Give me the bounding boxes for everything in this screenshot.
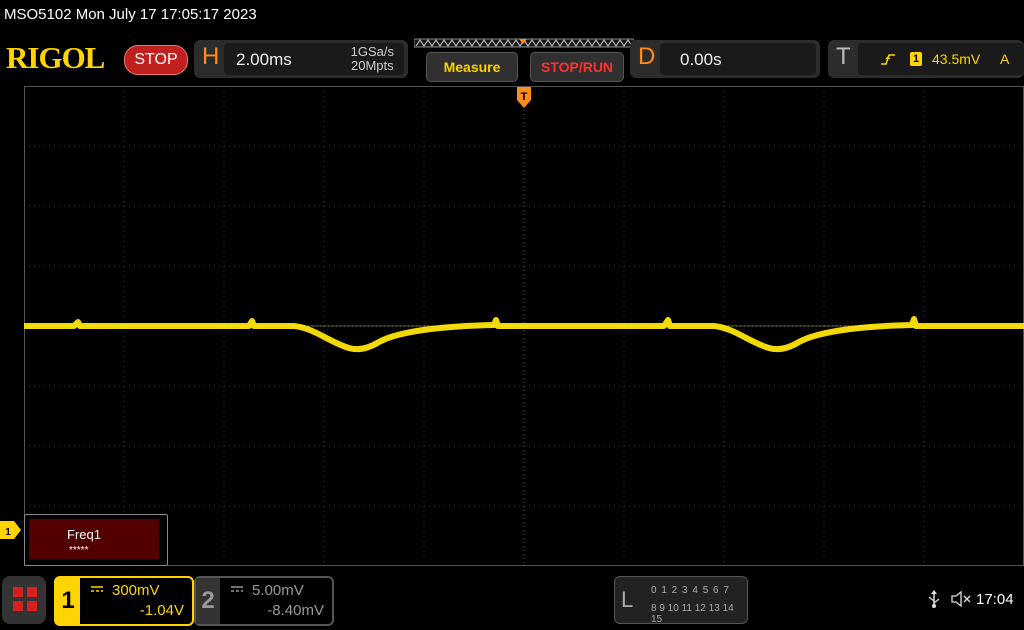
measurement-body: Freq1 *****: [29, 519, 159, 559]
memory-position-strip: [414, 38, 634, 48]
channel2-panel[interactable]: 2 5.00mV -8.40mV: [194, 576, 334, 626]
main-menu-button[interactable]: [2, 576, 46, 624]
sample-rate: 1GSa/s: [350, 44, 394, 59]
channel1-marker-label: 1: [5, 527, 11, 538]
timebase-value: 2.00ms: [236, 50, 292, 69]
logic-analyzer-panel[interactable]: L 0 1 2 3 4 5 6 7 8 9 10 11 12 13 14 15: [614, 576, 748, 625]
dc-coupling-icon: [91, 586, 103, 592]
channel1-level-marker[interactable]: 1: [0, 520, 22, 540]
device-title: MSO5102 Mon July 17 17:05:17 2023: [4, 6, 257, 23]
logic-channels-low: 0 1 2 3 4 5 6 7: [651, 585, 730, 596]
trigger-position-marker[interactable]: T: [516, 86, 532, 112]
run-status-badge[interactable]: STOP: [124, 45, 188, 75]
acquisition-info: 1GSa/s 20Mpts: [351, 45, 394, 73]
channel2-offset: -8.40mV: [267, 602, 324, 619]
horizontal-letter: H: [202, 43, 220, 70]
channel1-offset: -1.04V: [139, 602, 184, 619]
delay-letter: D: [638, 43, 656, 70]
waveform-display[interactable]: [24, 86, 1024, 566]
stop-run-button[interactable]: STOP/RUN: [530, 52, 624, 82]
rigol-logo: RIGOL: [6, 40, 105, 75]
trigger-letter: T: [836, 43, 851, 70]
channel1-number: 1: [56, 578, 80, 624]
measurement-value: *****: [69, 545, 89, 556]
horizontal-settings: 2.00ms 1GSa/s 20Mpts: [224, 43, 404, 75]
logic-channels-high: 8 9 10 11 12 13 14 15: [651, 603, 734, 625]
dc-coupling-icon: [231, 586, 243, 592]
measure-button[interactable]: Measure: [426, 52, 518, 82]
system-clock: 17:04: [976, 591, 1014, 608]
trigger-settings: 1 43.5mV A: [858, 43, 1024, 75]
trigger-source: 1: [910, 52, 922, 66]
horizontal-panel[interactable]: H 2.00ms 1GSa/s 20Mpts: [194, 40, 408, 78]
logic-letter: L: [621, 587, 634, 612]
trigger-panel[interactable]: T 1 43.5mV A: [828, 40, 1024, 78]
measurement-box[interactable]: Freq1 *****: [24, 514, 168, 566]
trigger-marker-label: T: [521, 91, 528, 103]
usb-icon: [926, 590, 942, 608]
rising-edge-icon: [881, 54, 895, 65]
trigger-mode: A: [1000, 51, 1010, 67]
muted-speaker-icon[interactable]: [950, 590, 972, 608]
menu-grid-icon: [13, 587, 37, 611]
channel2-scale: 5.00mV: [252, 582, 304, 599]
channel1-scale: 300mV: [112, 582, 160, 599]
trigger-level: 43.5mV: [932, 51, 981, 67]
channel2-number: 2: [196, 578, 220, 624]
delay-value: 0.00s: [680, 50, 722, 69]
delay-settings: 0.00s: [660, 43, 816, 75]
channel1-panel[interactable]: 1 300mV -1.04V: [54, 576, 194, 626]
memory-depth: 20Mpts: [351, 58, 394, 73]
measurement-name: Freq1: [67, 527, 101, 542]
delay-panel[interactable]: D 0.00s: [630, 40, 820, 78]
